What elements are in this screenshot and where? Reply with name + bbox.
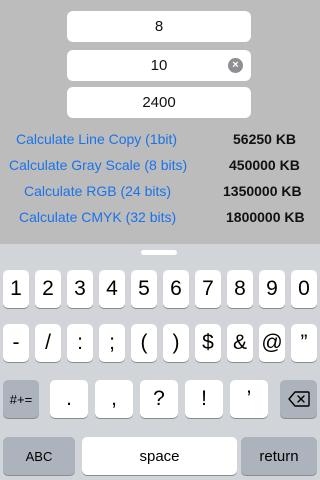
width-input[interactable]: 8 [67, 11, 251, 42]
key-colon[interactable]: : [67, 324, 93, 362]
key-quote[interactable]: ” [291, 324, 317, 362]
gray-scale-result: 450000 KB [229, 157, 300, 173]
key-slash[interactable]: / [35, 324, 61, 362]
line-copy-result: 56250 KB [233, 131, 297, 147]
key-semicolon[interactable]: ; [99, 324, 125, 362]
keyboard: 1 2 3 4 5 6 7 8 9 0 - / : ; ( ) $ & @ ” … [0, 244, 320, 480]
key-8[interactable]: 8 [227, 270, 253, 308]
calculate-line-copy-button[interactable]: Calculate Line Copy (1bit) [16, 131, 177, 147]
key-dollar[interactable]: $ [195, 324, 221, 362]
height-input-value: 10 [150, 57, 168, 74]
cmyk-result: 1800000 KB [226, 209, 305, 225]
calculate-cmyk-button[interactable]: Calculate CMYK (32 bits) [19, 209, 176, 225]
width-input-value: 8 [154, 18, 164, 35]
key-2[interactable]: 2 [35, 270, 61, 308]
key-question[interactable]: ? [140, 380, 178, 418]
key-1[interactable]: 1 [3, 270, 29, 308]
key-4[interactable]: 4 [99, 270, 125, 308]
calc-row-cmyk: Calculate CMYK (32 bits) 1800000 KB [0, 209, 320, 229]
key-0[interactable]: 0 [291, 270, 317, 308]
key-close-paren[interactable]: ) [163, 324, 189, 362]
dpi-input-value: 2400 [142, 94, 176, 111]
key-apostrophe[interactable]: ’ [230, 380, 268, 418]
abc-key[interactable]: ABC [3, 437, 75, 475]
space-key[interactable]: space [82, 437, 237, 475]
height-input[interactable]: 10 × [67, 50, 251, 81]
key-7[interactable]: 7 [195, 270, 221, 308]
key-ampersand[interactable]: & [227, 324, 253, 362]
symbols-mode-key[interactable]: #+= [3, 380, 39, 418]
return-key[interactable]: return [241, 437, 317, 475]
calculate-rgb-button[interactable]: Calculate RGB (24 bits) [24, 183, 171, 199]
calculate-gray-scale-button[interactable]: Calculate Gray Scale (8 bits) [9, 157, 187, 173]
key-exclamation[interactable]: ! [185, 380, 223, 418]
key-3[interactable]: 3 [67, 270, 93, 308]
key-6[interactable]: 6 [163, 270, 189, 308]
calc-row-rgb: Calculate RGB (24 bits) 1350000 KB [0, 183, 320, 203]
key-comma[interactable]: , [95, 380, 133, 418]
backspace-key[interactable] [280, 380, 317, 418]
key-period[interactable]: . [50, 380, 88, 418]
rgb-result: 1350000 KB [223, 183, 302, 199]
dpi-input[interactable]: 2400 [67, 87, 251, 118]
backspace-icon [287, 391, 310, 407]
key-5[interactable]: 5 [131, 270, 157, 308]
key-minus[interactable]: - [3, 324, 29, 362]
keyboard-grabber[interactable] [141, 250, 177, 255]
key-9[interactable]: 9 [259, 270, 285, 308]
key-open-paren[interactable]: ( [131, 324, 157, 362]
form-area: 8 10 × 2400 Calculate Line Copy (1bit) 5… [0, 0, 320, 244]
calc-row-gray-scale: Calculate Gray Scale (8 bits) 450000 KB [0, 157, 320, 177]
calc-row-line-copy: Calculate Line Copy (1bit) 56250 KB [0, 131, 320, 151]
key-at[interactable]: @ [259, 324, 285, 362]
clear-icon[interactable]: × [228, 58, 243, 73]
